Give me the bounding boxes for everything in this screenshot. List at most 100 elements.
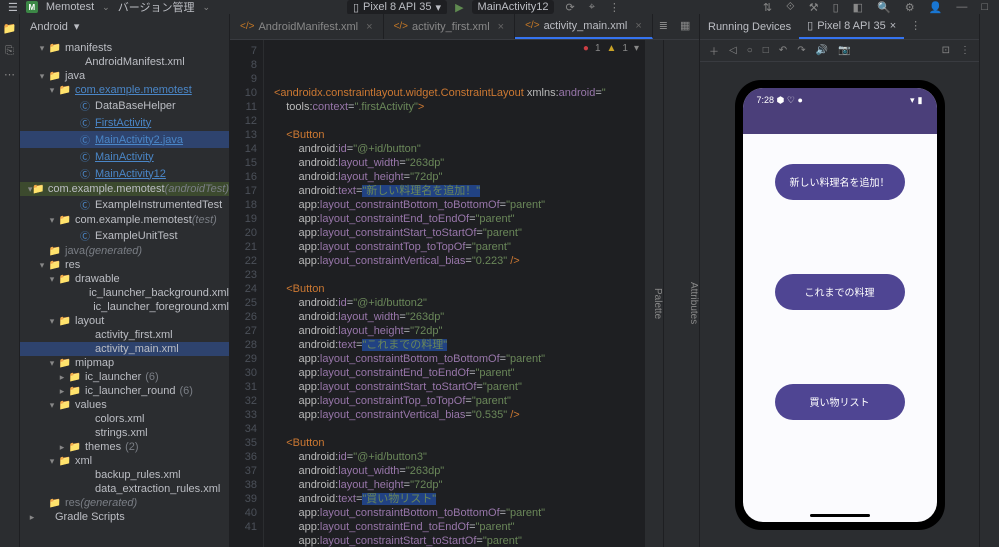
- tree-item[interactable]: ▾📁drawable: [20, 272, 229, 286]
- more-icon[interactable]: ⋮: [904, 14, 927, 39]
- editor-tab[interactable]: </>activity_first.xml×: [384, 14, 516, 39]
- tree-item[interactable]: strings.xml: [20, 426, 229, 440]
- rotate-right-icon[interactable]: ↷: [794, 45, 808, 56]
- tree-item[interactable]: colors.xml: [20, 412, 229, 426]
- project-view-selector[interactable]: Android ▾: [20, 14, 229, 39]
- window-icon[interactable]: —: [953, 1, 970, 13]
- tree-item[interactable]: ⒸExampleUnitTest: [20, 227, 229, 244]
- left-tool-rail: 📁 ⎘ ⋯: [0, 14, 20, 547]
- user-icon[interactable]: 👤: [926, 1, 946, 14]
- editor-tabs: </>AndroidManifest.xml×</>activity_first…: [230, 14, 699, 40]
- main-menu-icon[interactable]: ☰: [8, 1, 18, 14]
- tree-item[interactable]: AndroidManifest.xml: [20, 55, 229, 69]
- close-icon[interactable]: ×: [635, 20, 641, 32]
- structure-tool-icon[interactable]: ⋯: [4, 68, 15, 81]
- settings-icon[interactable]: ⚙: [902, 1, 918, 14]
- tree-item[interactable]: ⒸMainActivity12: [20, 165, 229, 182]
- rotate-left-icon[interactable]: ↶: [776, 45, 790, 56]
- project-tool-icon[interactable]: 📁: [3, 22, 17, 35]
- device-tab[interactable]: ▯ Pixel 8 API 35 ×: [799, 14, 904, 39]
- attributes-tab[interactable]: Attributes: [681, 40, 699, 547]
- tree-item[interactable]: ▾📁java: [20, 69, 229, 83]
- chevron-icon: ▾: [634, 42, 639, 56]
- more-icon[interactable]: ⋮: [957, 45, 973, 56]
- tree-item[interactable]: ▸Gradle Scripts: [20, 510, 229, 524]
- commit-tool-icon[interactable]: ⎘: [5, 45, 14, 58]
- refresh-icon[interactable]: ⟳: [562, 1, 577, 14]
- chevron-down-icon[interactable]: ⌄: [203, 2, 211, 13]
- inspection-summary[interactable]: ●1 ▲1 ▾: [583, 42, 639, 56]
- nav-pill: [810, 514, 870, 517]
- tree-item[interactable]: ▸📁ic_launcher_round(6): [20, 384, 229, 398]
- editor-tab[interactable]: </>activity_main.xml×: [515, 14, 653, 39]
- app-bar: [743, 114, 937, 134]
- app-button-1[interactable]: 新しい料理名を追加！: [775, 164, 905, 200]
- project-name[interactable]: Memotest: [46, 1, 94, 13]
- tree-item[interactable]: ▸📁ic_launcher(6): [20, 370, 229, 384]
- tree-item[interactable]: activity_first.xml: [20, 328, 229, 342]
- build-icon[interactable]: ⚒: [806, 1, 822, 14]
- window-icon[interactable]: □: [978, 1, 991, 13]
- chevron-down-icon: ▾: [436, 1, 442, 14]
- phone-icon: ▯: [353, 1, 359, 14]
- split-mode-icon[interactable]: ≣: [653, 14, 674, 39]
- tree-item[interactable]: ▾📁com.example.memotest (test): [20, 213, 229, 227]
- close-icon[interactable]: ×: [498, 21, 504, 33]
- chevron-down-icon[interactable]: ⌄: [102, 2, 110, 13]
- app-button-3[interactable]: 買い物リスト: [775, 384, 905, 420]
- home-icon[interactable]: ○: [744, 45, 756, 56]
- volume-icon[interactable]: 🔊: [813, 45, 831, 56]
- tree-item[interactable]: ic_launcher_foreground.xml: [20, 300, 229, 314]
- tree-item[interactable]: backup_rules.xml: [20, 468, 229, 482]
- more-icon[interactable]: ⋮: [606, 1, 623, 14]
- device-frame: 7:28 ⬢ ♡ ● ▾▮ 新しい料理名を追加！ これまでの料理 買い物リスト: [735, 80, 945, 530]
- close-icon[interactable]: ×: [366, 21, 372, 33]
- tree-item[interactable]: ▾📁res: [20, 258, 229, 272]
- tree-item[interactable]: ⒸMainActivity2.java: [20, 131, 229, 148]
- project-tree: ▾📁manifestsAndroidManifest.xml▾📁java▾📁co…: [20, 39, 229, 526]
- search-icon[interactable]: 🔍: [874, 1, 894, 14]
- tree-item[interactable]: ⒸFirstActivity: [20, 114, 229, 131]
- tree-item[interactable]: ▾📁layout: [20, 314, 229, 328]
- tree-item[interactable]: ⒸDataBaseHelper: [20, 97, 229, 114]
- app-button-2[interactable]: これまでの料理: [775, 274, 905, 310]
- tree-item[interactable]: 📁res (generated): [20, 496, 229, 510]
- device-selector[interactable]: ▯ Pixel 8 API 35 ▾: [347, 0, 447, 15]
- tree-item[interactable]: ▾📁mipmap: [20, 356, 229, 370]
- device-toolbar: ＋ ◁ ○ □ ↶ ↷ 🔊 📷 ⊡ ⋮: [700, 40, 979, 62]
- tree-item[interactable]: ⒸExampleInstrumentedTest: [20, 196, 229, 213]
- plus-icon[interactable]: ＋: [706, 43, 722, 58]
- tree-item[interactable]: activity_main.xml: [20, 342, 229, 356]
- tree-item[interactable]: ic_launcher_background.xml: [20, 286, 229, 300]
- tree-item[interactable]: ⒸMainActivity: [20, 148, 229, 165]
- run-icon[interactable]: ▶: [455, 1, 463, 14]
- tree-item[interactable]: ▾📁values: [20, 398, 229, 412]
- overview-icon[interactable]: □: [760, 45, 772, 56]
- sync-icon[interactable]: ⇅: [760, 1, 775, 14]
- tree-item[interactable]: ▸📁themes(2): [20, 440, 229, 454]
- avd-icon[interactable]: ▯: [830, 1, 842, 14]
- tree-item[interactable]: ▾📁manifests: [20, 41, 229, 55]
- zoom-icon[interactable]: ⊡: [939, 45, 953, 56]
- tree-item[interactable]: ▾📁com.example.memotest (androidTest): [20, 182, 229, 196]
- project-icon[interactable]: M: [26, 1, 38, 13]
- code-editor[interactable]: ●1 ▲1 ▾ <androidx.constraintlayout.widge…: [264, 40, 645, 547]
- tree-item[interactable]: data_extraction_rules.xml: [20, 482, 229, 496]
- sdk-icon[interactable]: ◧: [850, 1, 866, 14]
- vcs-dropdown[interactable]: バージョン管理: [118, 0, 195, 15]
- design-mode-icon[interactable]: ▦: [674, 14, 696, 39]
- camera-icon[interactable]: 📷: [835, 45, 853, 56]
- tree-item[interactable]: 📁java (generated): [20, 244, 229, 258]
- error-icon: ●: [583, 42, 589, 56]
- back-icon[interactable]: ◁: [726, 45, 740, 56]
- palette-tab[interactable]: Palette: [645, 40, 663, 547]
- device-screen[interactable]: 7:28 ⬢ ♡ ● ▾▮ 新しい料理名を追加！ これまでの料理 買い物リスト: [743, 88, 937, 522]
- running-devices-tab[interactable]: Running Devices: [700, 14, 799, 39]
- debug-icon[interactable]: ⌖: [586, 1, 598, 14]
- run-config-selector[interactable]: MainActivity12: [472, 0, 555, 14]
- code-icon[interactable]: ⟐: [783, 1, 798, 14]
- tree-item[interactable]: ▾📁xml: [20, 454, 229, 468]
- tree-item[interactable]: ▾📁com.example.memotest: [20, 83, 229, 97]
- close-icon[interactable]: ×: [890, 20, 896, 32]
- editor-tab[interactable]: </>AndroidManifest.xml×: [230, 14, 384, 39]
